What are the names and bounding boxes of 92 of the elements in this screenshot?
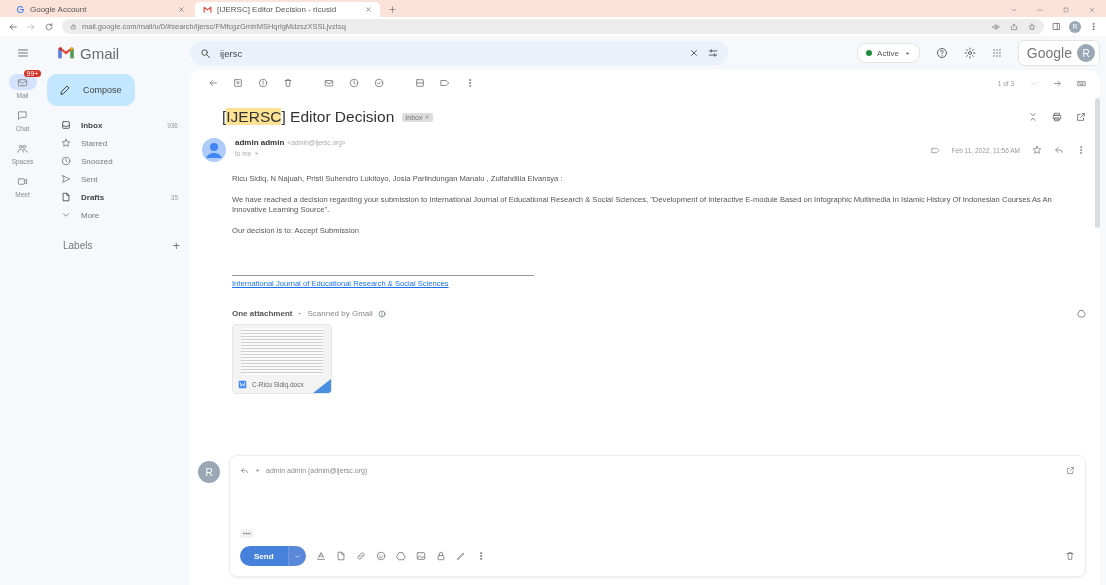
folder-item[interactable]: Snoozed [45,152,190,170]
google-logo-icon [16,5,25,14]
video-icon [17,175,28,187]
info-icon [377,309,386,318]
avatar-icon [202,138,226,162]
browser-tab[interactable]: Google Account [8,2,193,17]
close-icon[interactable] [689,48,699,58]
reply-icon[interactable] [1054,145,1064,155]
attach-icon[interactable] [335,551,346,561]
eye-icon[interactable] [992,22,1000,31]
status-button[interactable]: Active [857,43,920,63]
new-tab-icon[interactable] [388,5,397,14]
lock-icon[interactable] [435,551,446,561]
mail-icon[interactable] [324,78,334,88]
show-trimmed-button[interactable] [240,529,253,538]
labels-heading: Labels [63,240,93,251]
filter-icon[interactable] [708,48,718,58]
trash-icon[interactable] [1065,551,1075,561]
user-avatar: R [198,461,220,483]
inbox-icon [61,120,71,130]
star-icon[interactable] [1028,22,1036,31]
file-icon [61,192,71,202]
close-icon[interactable] [365,6,372,13]
share-icon[interactable] [1010,22,1018,31]
send-button[interactable]: Send [240,546,288,566]
lock-icon [70,23,77,30]
help-icon[interactable] [935,47,948,59]
more-icon[interactable] [1089,22,1098,31]
side-panel-icon[interactable] [1052,22,1061,31]
reply-icon[interactable] [240,466,249,475]
settings-icon[interactable] [963,47,976,59]
report-icon[interactable] [258,78,268,88]
star-icon [61,138,71,148]
link-icon[interactable] [355,551,366,561]
print-icon[interactable] [1052,112,1062,122]
pen-icon[interactable] [455,551,466,561]
image-icon[interactable] [415,551,426,561]
back-icon[interactable] [208,78,218,88]
send-icon [61,174,71,184]
restore-icon[interactable] [1062,6,1070,14]
folder-item[interactable]: Starred [45,134,190,152]
open-in-new-icon[interactable] [1066,466,1075,475]
forward-icon[interactable] [26,21,36,32]
folder-item[interactable]: Sent [45,170,190,188]
app-name: Gmail [80,44,120,62]
document-icon [238,379,247,389]
compose-button[interactable]: Compose [47,74,135,106]
collapse-icon[interactable] [1028,112,1038,122]
page-corner-icon [313,379,331,394]
chat-icon [17,109,28,121]
label-icon [930,145,940,155]
clock-icon[interactable] [349,78,359,88]
chevron-down-icon[interactable] [1010,6,1018,14]
open-in-new-icon[interactable] [1076,112,1086,122]
clock-icon [61,156,71,166]
dots-icon [242,529,251,538]
caret-icon [293,552,301,560]
sender-name: admin admin [235,138,285,147]
task-icon[interactable] [374,78,384,88]
pencil-icon [59,84,71,96]
text-format-icon[interactable] [315,551,326,561]
caret-icon[interactable] [254,467,261,474]
bullet-icon [297,311,303,317]
mail-icon [17,76,28,88]
label-icon[interactable] [440,78,450,88]
keyboard-icon[interactable] [1077,78,1086,88]
chevron-down-icon [61,210,71,220]
browser-tab[interactable]: [IJERSC] Editor Decision - ricusid [195,2,380,17]
reload-icon[interactable] [44,21,54,32]
people-icon [17,142,28,154]
add-label-button[interactable]: + [172,238,180,253]
folder-icon[interactable] [415,78,425,88]
close-icon [424,114,431,120]
next-icon[interactable] [1053,78,1062,88]
folder-item[interactable]: More [45,206,190,224]
search-icon[interactable] [200,47,211,59]
account-button[interactable]: Google R [1017,40,1100,66]
back-icon[interactable] [8,21,18,32]
menu-icon[interactable] [16,47,29,59]
star-icon[interactable] [1032,145,1042,155]
search-field[interactable]: ijersc [190,41,728,65]
archive-icon[interactable] [233,78,243,88]
email-subject: [IJERSC] Editor Decision [222,108,395,126]
trash-icon[interactable] [283,78,293,88]
drive-icon[interactable] [395,551,406,561]
apps-grid-icon[interactable] [991,48,1002,58]
scan-note: Scanned by Gmail [307,309,373,319]
emoji-icon[interactable] [375,551,386,561]
close-icon[interactable] [178,6,185,13]
attachment-heading: One attachment [232,309,293,319]
gmail-logo-icon [203,5,212,14]
drive-icon[interactable] [1077,309,1086,319]
